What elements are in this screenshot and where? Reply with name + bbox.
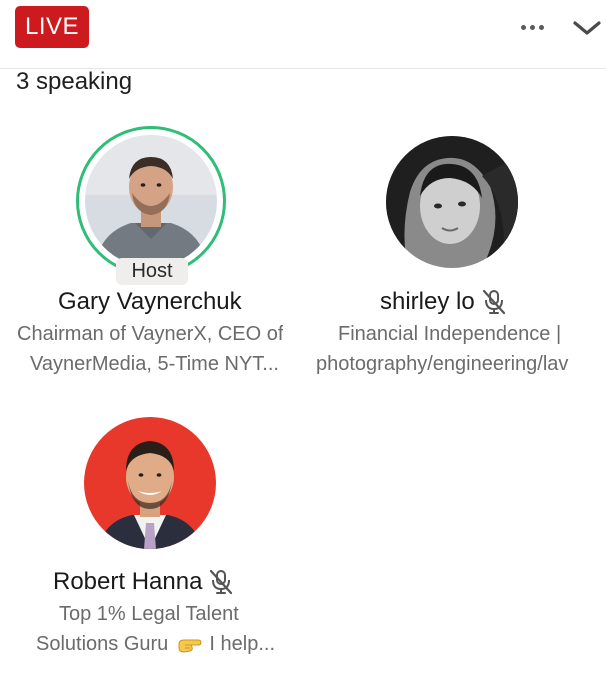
speaking-count: 3 speaking: [16, 68, 133, 95]
avatar: [85, 135, 217, 267]
speaker-name-text: Robert Hanna: [53, 568, 203, 595]
avatar[interactable]: [84, 417, 216, 549]
speaker-description-text: I help...: [203, 633, 276, 655]
pointing-hand-emoji-icon: [178, 639, 202, 653]
speaker-description-line-1: Top 1% Legal Talent: [59, 603, 239, 625]
speaker-description-line-1: Financial Independence |: [338, 323, 562, 345]
speaker-description-line-2: Solutions Guru I help...: [36, 630, 275, 659]
speaker-description-line-2: photography/engineering/lav: [316, 353, 569, 375]
speaker-description-line-2: VaynerMedia, 5-Time NYT...: [30, 353, 279, 375]
muted-mic-icon: [482, 289, 505, 315]
muted-mic-icon: [210, 569, 233, 595]
speaker-name[interactable]: shirley lo: [380, 288, 507, 316]
avatar-frame[interactable]: Host: [76, 126, 226, 286]
avatar[interactable]: [386, 136, 518, 268]
speaker-description-line-1: Chairman of VaynerX, CEO of: [17, 323, 284, 345]
speaker-name[interactable]: Robert Hanna: [53, 568, 234, 596]
speaker-name-text: Gary Vaynerchuk: [58, 288, 242, 315]
chevron-down-icon[interactable]: [570, 12, 604, 42]
top-bar: LIVE: [0, 0, 606, 69]
host-badge: Host: [116, 258, 188, 285]
speaker-name[interactable]: Gary Vaynerchuk: [58, 288, 242, 316]
speaker-description-text: Solutions Guru: [36, 633, 174, 655]
speaker-name-text: shirley lo: [380, 288, 475, 315]
live-badge: LIVE: [15, 6, 89, 48]
more-options-icon[interactable]: [517, 15, 547, 39]
